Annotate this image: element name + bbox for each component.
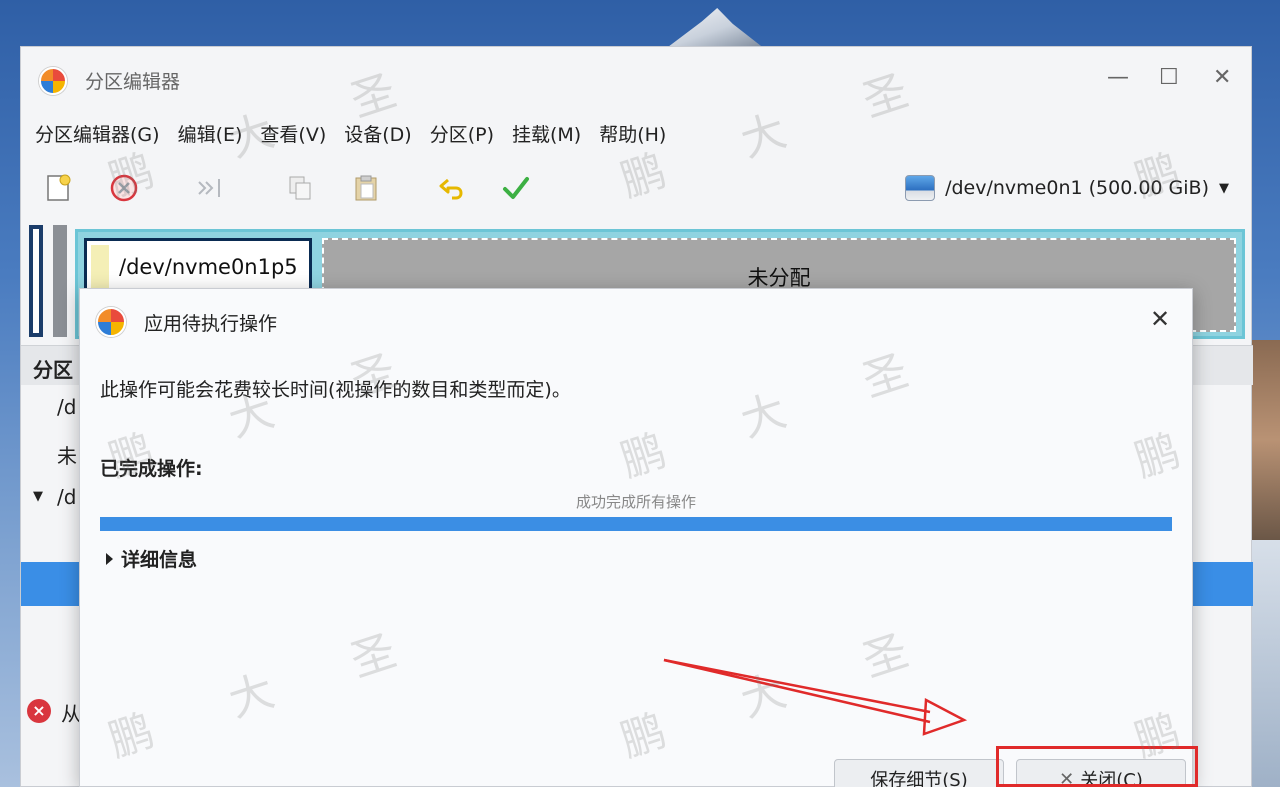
toolbar: /dev/nvme0n1 (500.00 GiB) ▼ xyxy=(21,159,1251,215)
menu-edit[interactable]: 编辑(E) xyxy=(178,120,243,147)
resize-icon[interactable] xyxy=(193,171,227,205)
maximize-button[interactable]: ☐ xyxy=(1159,65,1179,91)
app-icon xyxy=(39,67,67,95)
menu-partition[interactable]: 分区(P) xyxy=(430,120,494,147)
status-text: 从 xyxy=(61,702,81,726)
menu-gparted[interactable]: 分区编辑器(G) xyxy=(35,120,160,147)
column-header-partition[interactable]: 分区 xyxy=(33,354,73,383)
copy-icon[interactable] xyxy=(283,171,317,205)
menu-help[interactable]: 帮助(H) xyxy=(599,120,666,147)
apply-icon[interactable] xyxy=(499,171,533,205)
details-expander-label: 详细信息 xyxy=(121,549,198,571)
minimize-button[interactable]: — xyxy=(1107,65,1129,91)
expand-arrow-icon[interactable]: ▼ xyxy=(33,489,43,504)
menu-view[interactable]: 查看(V) xyxy=(260,120,326,147)
disk-icon xyxy=(905,175,936,201)
device-selector-label: /dev/nvme0n1 (500.00 GiB) xyxy=(945,177,1209,199)
paste-icon[interactable] xyxy=(349,171,383,205)
dialog-app-icon xyxy=(96,307,126,337)
device-selector[interactable]: /dev/nvme0n1 (500.00 GiB) ▼ xyxy=(905,173,1229,203)
apply-operations-dialog: 应用待执行操作 ✕ 此操作可能会花费较长时间(视操作的数目和类型而定)。 已完成… xyxy=(79,288,1193,787)
partition-graph-sliver[interactable] xyxy=(29,225,43,337)
wallpaper-rock xyxy=(1250,340,1280,540)
list-item[interactable]: /d xyxy=(57,395,76,419)
annotation-highlight-box xyxy=(996,746,1198,787)
expander-arrow-icon xyxy=(106,552,113,565)
title-bar: 分区编辑器 — ☐ ✕ xyxy=(21,47,1251,111)
dialog-close-icon[interactable]: ✕ xyxy=(1150,305,1170,333)
save-details-label: 保存细节(S) xyxy=(870,770,968,787)
close-button[interactable]: ✕ xyxy=(1213,65,1231,91)
list-item[interactable]: 未 xyxy=(57,440,77,469)
menu-device[interactable]: 设备(D) xyxy=(344,120,411,147)
error-icon: × xyxy=(27,699,51,723)
menu-bar: 分区编辑器(G) 编辑(E) 查看(V) 设备(D) 分区(P) 挂载(M) 帮… xyxy=(21,115,1251,151)
list-item[interactable]: /d xyxy=(57,485,76,509)
undo-icon[interactable] xyxy=(435,171,469,205)
wallpaper-snow xyxy=(1252,540,1280,787)
chevron-down-icon: ▼ xyxy=(1219,180,1229,196)
progress-bar xyxy=(100,517,1172,531)
window-title: 分区编辑器 xyxy=(85,71,181,93)
details-expander[interactable]: 详细信息 xyxy=(106,545,197,572)
progress-status-text: 成功完成所有操作 xyxy=(575,493,696,511)
partition-block-label: /dev/nvme0n1p5 xyxy=(119,255,298,279)
completed-operations-label: 已完成操作: xyxy=(100,458,203,480)
dialog-title: 应用待执行操作 xyxy=(144,313,278,335)
partition-graph-sliver[interactable] xyxy=(53,225,67,337)
progress-bar-fill xyxy=(100,517,1172,531)
dialog-description: 此操作可能会花费较长时间(视操作的数目和类型而定)。 xyxy=(100,379,571,401)
save-details-button[interactable]: 保存细节(S) xyxy=(834,759,1004,787)
new-icon[interactable] xyxy=(41,171,75,205)
delete-icon[interactable] xyxy=(107,171,141,205)
menu-mount[interactable]: 挂载(M) xyxy=(512,120,581,147)
